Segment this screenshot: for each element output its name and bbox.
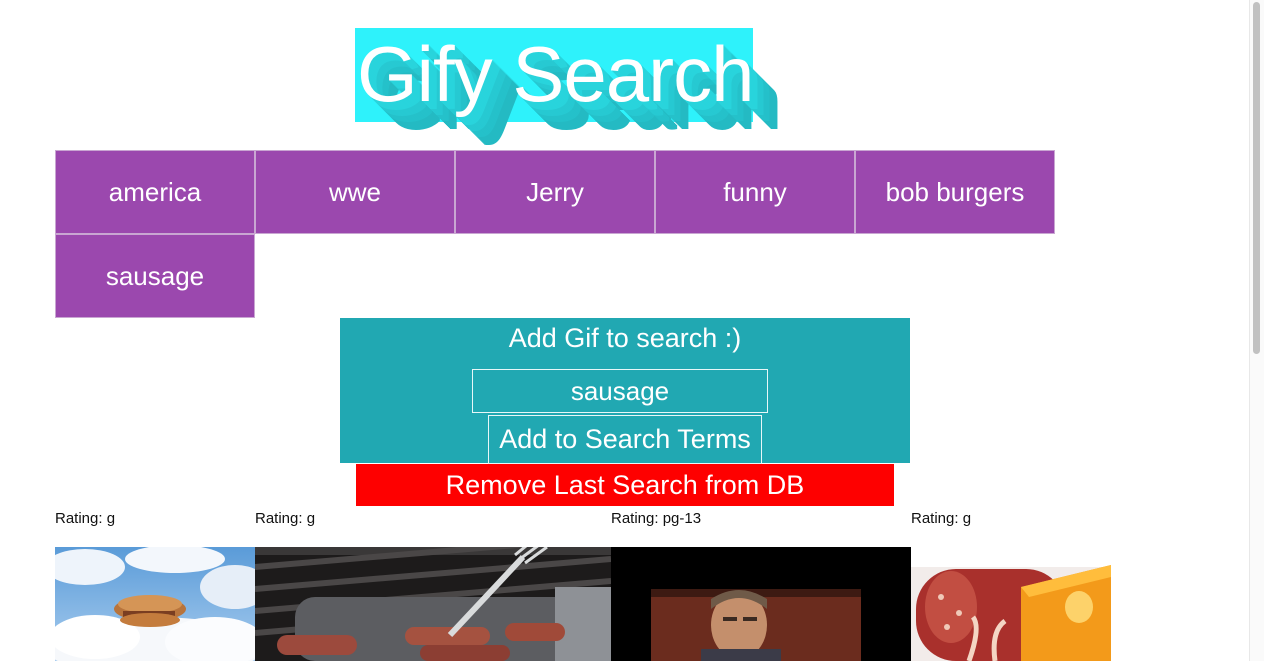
form-title: Add Gif to search :) (508, 323, 742, 353)
gif-salami-cheese (911, 547, 1111, 661)
gif-image[interactable] (55, 547, 255, 661)
gif-rating: Rating: g (55, 510, 116, 527)
topic-button-bob-burgers[interactable]: bob burgers (855, 150, 1055, 234)
page-title-banner: Gify Search (355, 28, 754, 122)
remove-last-search-button[interactable]: Remove Last Search from DB (356, 464, 894, 506)
topic-button-sausage[interactable]: sausage (55, 234, 255, 318)
gif-anime-scene (611, 547, 911, 661)
gif-image[interactable] (911, 547, 1111, 661)
vertical-scrollbar[interactable] (1249, 0, 1264, 661)
add-search-form: Add Gif to search :) Add to Search Terms (340, 318, 910, 464)
gif-rating: Rating: g (911, 510, 972, 527)
gif-sandwich-clouds (55, 547, 255, 661)
search-term-input[interactable] (472, 369, 768, 413)
gif-rating: Rating: g (255, 510, 316, 527)
scrollbar-thumb[interactable] (1253, 2, 1260, 354)
gif-image[interactable] (611, 547, 911, 661)
topic-button-funny[interactable]: funny (655, 150, 855, 234)
gif-image[interactable] (255, 547, 611, 661)
topic-button-america[interactable]: america (55, 150, 255, 234)
gif-rating: Rating: pg-13 (611, 510, 702, 527)
page-title: Gify Search (357, 30, 754, 118)
topic-button-wwe[interactable]: wwe (255, 150, 455, 234)
add-search-term-button[interactable]: Add to Search Terms (488, 415, 762, 464)
gif-sausages-fork (255, 547, 611, 661)
topic-button-jerry[interactable]: Jerry (455, 150, 655, 234)
